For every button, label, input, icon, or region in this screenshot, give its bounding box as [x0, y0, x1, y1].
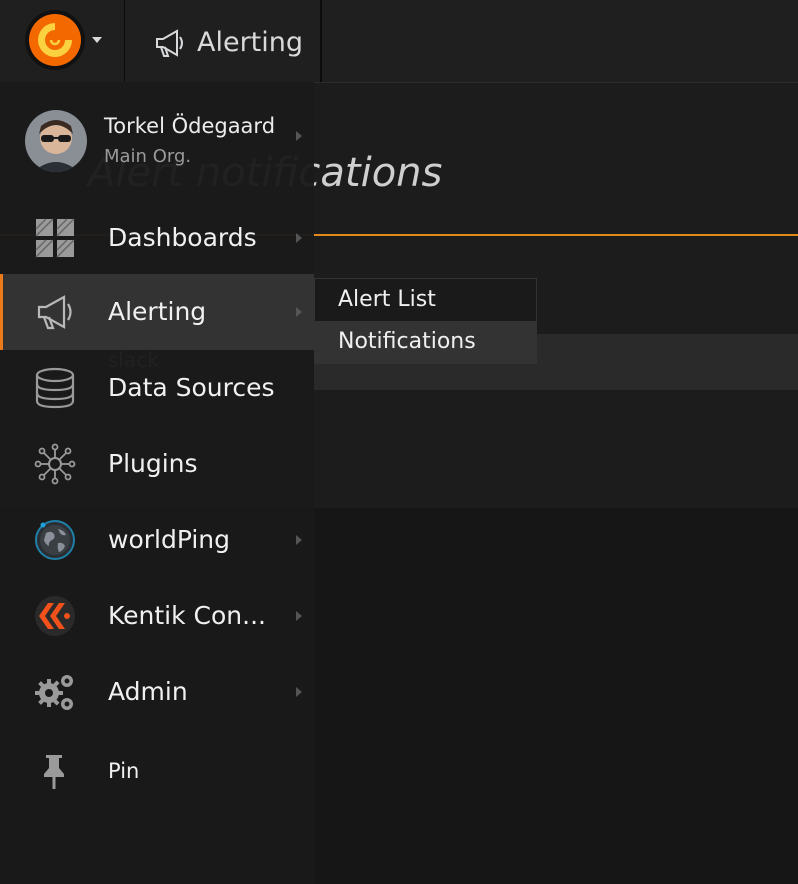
- submenu-item-alert-list[interactable]: Alert List: [315, 279, 536, 321]
- navbar-section[interactable]: Alerting: [125, 0, 322, 82]
- alerting-submenu: Alert List Notifications: [314, 278, 537, 364]
- sidemenu-item-plugins[interactable]: Plugins: [0, 426, 314, 502]
- chevron-down-icon: [92, 37, 102, 43]
- sidemenu-item-label: Alerting: [108, 297, 207, 326]
- dashboards-icon: [35, 218, 75, 258]
- sidemenu-item-label: Data Sources: [108, 373, 275, 402]
- chevron-right-icon: [296, 307, 302, 317]
- chevron-right-icon: [296, 535, 302, 545]
- chevron-right-icon: [296, 233, 302, 243]
- megaphone-icon: [37, 295, 72, 330]
- kentik-icon: [35, 596, 75, 636]
- database-icon: [35, 367, 75, 409]
- navbar-title: Alerting: [197, 27, 304, 58]
- sidemenu-item-pin[interactable]: Pin: [0, 734, 314, 810]
- user-name: Torkel Ödegaard: [104, 114, 276, 138]
- sidemenu-item-label: Kentik Con...: [108, 601, 266, 630]
- pin-icon: [44, 755, 64, 789]
- plugins-icon: [34, 443, 76, 485]
- grafana-logo-icon: [25, 10, 85, 70]
- active-indicator: [0, 274, 3, 350]
- sidemenu-item-kentik-connect[interactable]: Kentik Con...: [0, 578, 314, 654]
- top-navbar: Alerting: [0, 0, 798, 83]
- globe-icon: [35, 520, 75, 560]
- grafana-menu-button[interactable]: [0, 0, 125, 82]
- sidemenu-item-dashboards[interactable]: Dashboards: [0, 200, 314, 276]
- chevron-right-icon: [296, 131, 302, 141]
- user-org: Main Org.: [104, 146, 192, 167]
- sidemenu-item-label: Pin: [108, 759, 140, 783]
- megaphone-icon: [156, 29, 183, 57]
- sidemenu-item-admin[interactable]: Admin: [0, 654, 314, 730]
- chevron-right-icon: [296, 687, 302, 697]
- submenu-item-notifications[interactable]: Notifications: [315, 321, 536, 363]
- chevron-right-icon: [296, 611, 302, 621]
- side-menu: Torkel Ödegaard Main Org. Dashboards Ale…: [0, 82, 314, 884]
- gears-icon: [35, 675, 73, 710]
- sidemenu-item-label: worldPing: [108, 525, 231, 554]
- sidemenu-item-data-sources[interactable]: Data Sources: [0, 350, 314, 426]
- sidemenu-item-label: Plugins: [108, 449, 198, 478]
- submenu-item-label: Alert List: [338, 287, 436, 312]
- avatar[interactable]: [25, 110, 87, 172]
- sidemenu-item-alerting[interactable]: Alerting: [0, 274, 314, 350]
- user-profile-item[interactable]: Torkel Ödegaard Main Org.: [0, 82, 314, 200]
- submenu-item-label: Notifications: [338, 329, 476, 354]
- sidemenu-item-label: Admin: [108, 677, 188, 706]
- sidemenu-item-worldping[interactable]: worldPing: [0, 502, 314, 578]
- sidemenu-item-label: Dashboards: [108, 223, 257, 252]
